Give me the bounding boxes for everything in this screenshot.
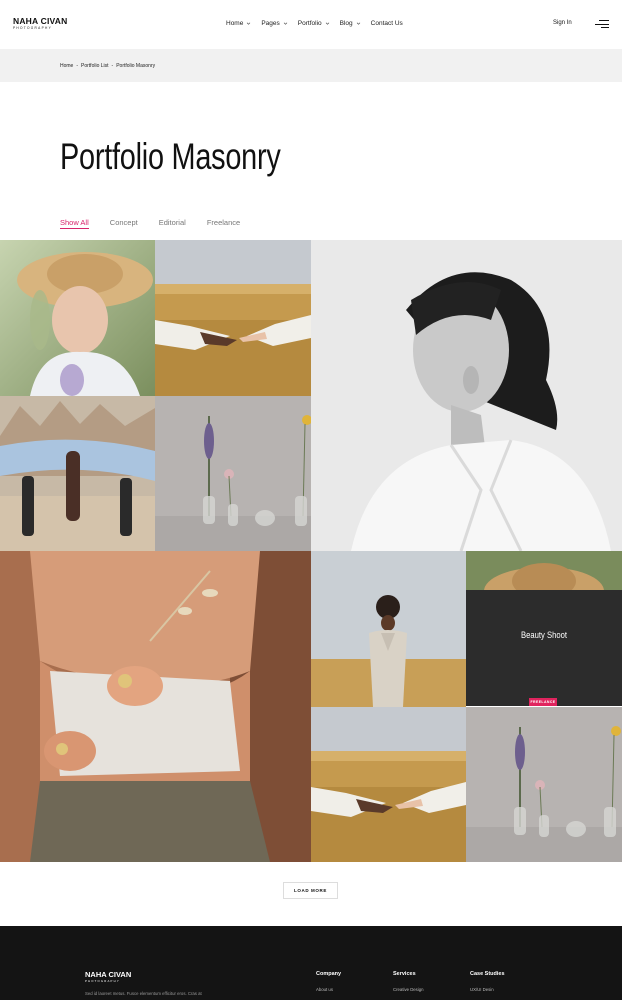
photo-hands-wheat-field	[311, 707, 466, 862]
photo-suit-wheat-field	[311, 551, 466, 707]
logo-tagline: PHOTOGRAPHY	[13, 26, 53, 30]
category-tag[interactable]: FREELANCE	[529, 698, 557, 706]
footer-logo[interactable]: NAHA CIVAN	[85, 971, 131, 979]
site-header: NAHA CIVAN PHOTOGRAPHY Home Pages Portfo…	[0, 0, 622, 48]
portfolio-item-warm-portrait[interactable]	[0, 551, 311, 862]
footer-link[interactable]: Creative Design	[393, 987, 424, 992]
portfolio-item-suit-field[interactable]	[311, 551, 466, 707]
logo-name: NAHA CIVAN	[13, 16, 68, 26]
breadcrumb-home[interactable]: Home	[60, 63, 73, 69]
breadcrumb-separator: -	[76, 63, 79, 69]
nav-home-label: Home	[226, 20, 244, 27]
nav-pages-label: Pages	[261, 20, 280, 27]
footer-link[interactable]: About us	[316, 987, 341, 992]
footer-column-title: Company	[316, 971, 342, 977]
nav-home[interactable]: Home	[226, 20, 251, 27]
breadcrumb-portfolio-list[interactable]: Portfolio List	[81, 63, 109, 69]
photo-hands-wheat-field	[155, 240, 311, 396]
photo-flowers-vases	[155, 396, 311, 551]
footer-column-services: Services Creative Design	[393, 971, 424, 992]
filter-editorial[interactable]: Editorial	[159, 218, 186, 229]
nav-portfolio[interactable]: Portfolio	[298, 20, 330, 27]
filter-concept[interactable]: Concept	[110, 218, 138, 229]
photo-straw-hat-woman	[0, 240, 155, 396]
portfolio-item-dancers-fabric[interactable]	[0, 396, 155, 551]
logo[interactable]: NAHA CIVAN PHOTOGRAPHY	[13, 17, 67, 31]
load-more-button[interactable]: LOAD MORE	[283, 882, 338, 899]
footer-link[interactable]: UX/UI Desin	[470, 987, 505, 992]
chevron-down-icon	[325, 22, 329, 25]
nav-blog-label: Blog	[339, 20, 353, 27]
footer-column-case-studies: Case Studies UX/UI Desin	[470, 971, 505, 992]
nav-contact-label: Contact Us	[370, 20, 403, 27]
photo-woman-dried-flowers	[0, 551, 311, 862]
photo-dancers-desert	[0, 396, 155, 551]
breadcrumb-bar: Home - Portfolio List - Portfolio Masonr…	[0, 49, 622, 82]
portfolio-item-flower-vases-2[interactable]	[466, 707, 622, 862]
filter-freelance[interactable]: Freelance	[207, 218, 240, 229]
footer-description: Sed id laoreet metus. Fusce elementum ef…	[85, 991, 202, 996]
portfolio-item-title: Beauty Shoot	[521, 630, 567, 640]
portfolio-filters: Show All Concept Editorial Freelance	[60, 218, 261, 229]
portfolio-item-flower-vases[interactable]	[155, 396, 311, 551]
portfolio-item-hands-wheat[interactable]	[155, 240, 311, 396]
chevron-down-icon	[283, 22, 288, 25]
footer-logo-tagline: PHOTOGRAPHY	[85, 979, 120, 983]
photo-bw-woman-portrait	[311, 240, 622, 551]
portfolio-item-straw-hat-portrait[interactable]	[0, 240, 155, 396]
sign-in-link[interactable]: Sign In	[553, 20, 572, 26]
page-title: Portfolio Masonry	[60, 136, 281, 177]
main-nav: Home Pages Portfolio Blog Contact Us	[226, 20, 413, 27]
photo-flowers-vases	[466, 707, 622, 862]
nav-blog[interactable]: Blog	[340, 20, 361, 27]
photo-straw-hat-top	[466, 551, 622, 590]
portfolio-item-bw-portrait[interactable]	[311, 240, 622, 551]
nav-contact[interactable]: Contact Us	[371, 20, 403, 27]
site-footer: NAHA CIVAN PHOTOGRAPHY Sed id laoreet me…	[0, 926, 622, 1000]
chevron-down-icon	[247, 22, 251, 25]
footer-column-company: Company About us	[316, 971, 341, 992]
nav-pages[interactable]: Pages	[261, 20, 288, 27]
filter-show-all[interactable]: Show All	[60, 218, 89, 229]
footer-column-title: Services	[393, 971, 416, 977]
portfolio-item-beauty-shoot-image[interactable]	[466, 551, 622, 590]
breadcrumb: Home - Portfolio List - Portfolio Masonr…	[60, 63, 155, 69]
breadcrumb-current: Portfolio Masonry	[116, 63, 156, 69]
portfolio-hover-card[interactable]: Beauty Shoot	[466, 590, 622, 706]
hamburger-menu-icon[interactable]	[595, 18, 609, 30]
chevron-down-icon	[356, 22, 360, 25]
nav-portfolio-label: Portfolio	[297, 20, 322, 27]
footer-column-title: Case Studies	[470, 971, 505, 977]
portfolio-item-hands-wheat-2[interactable]	[311, 707, 466, 862]
breadcrumb-separator: -	[111, 63, 114, 69]
